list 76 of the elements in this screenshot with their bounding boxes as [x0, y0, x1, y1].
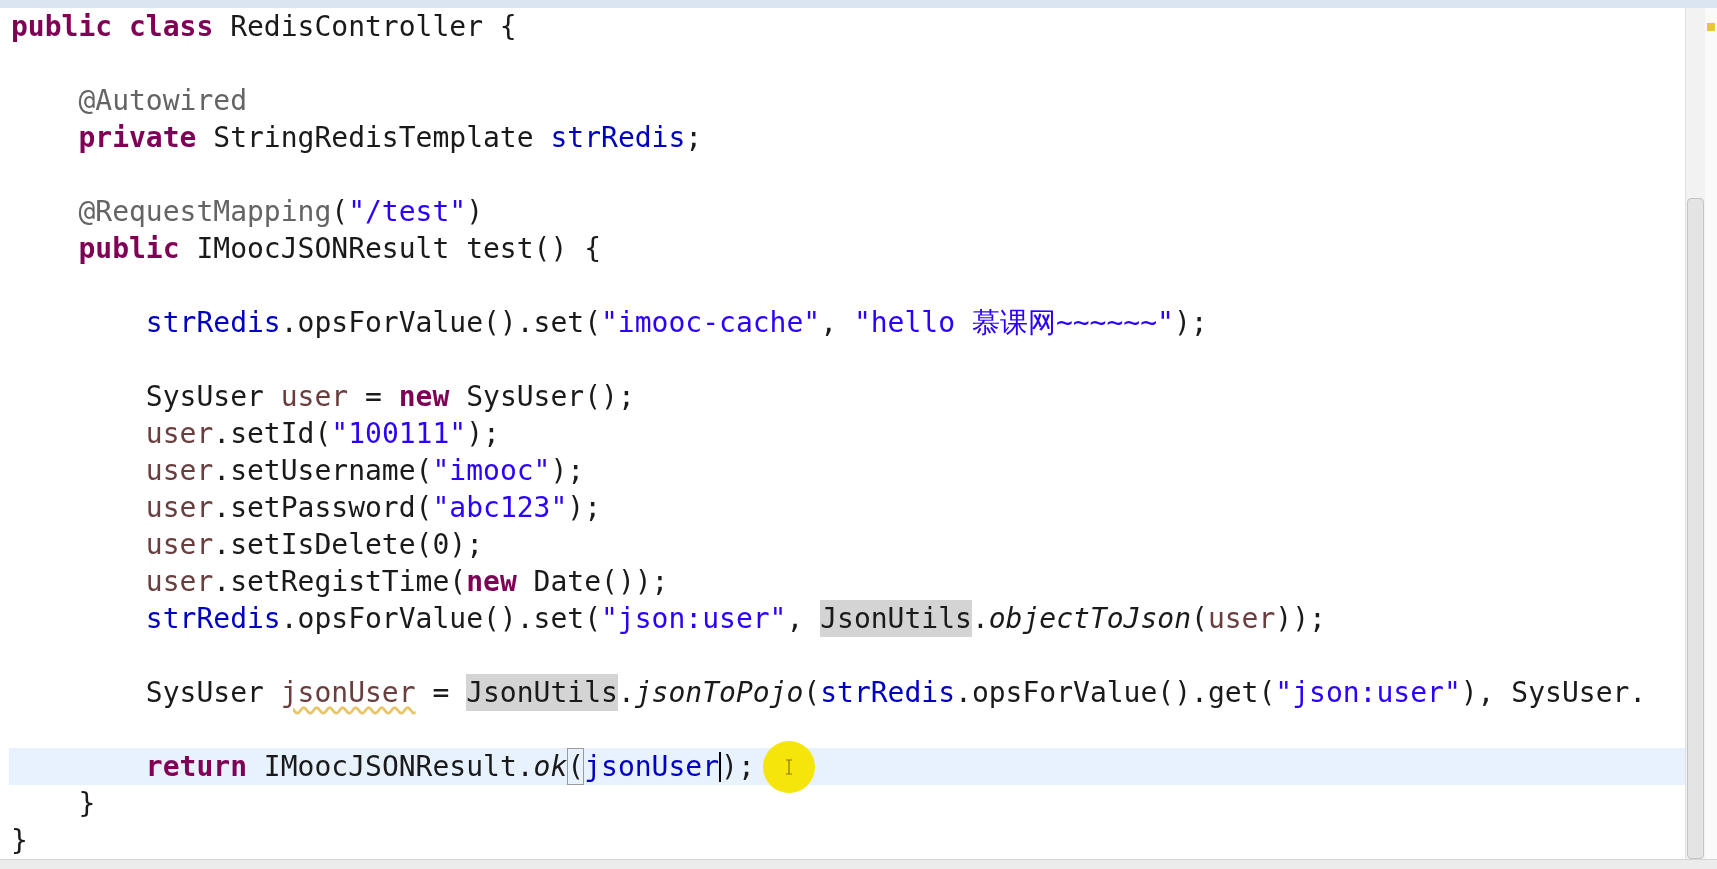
occurrence-highlight: JsonUtils: [820, 600, 972, 637]
code-text: ;: [685, 120, 703, 156]
annotation: @Autowired: [78, 83, 247, 119]
keyword: private: [78, 120, 197, 156]
code-text: .: [971, 601, 989, 637]
code-text: RedisController {: [229, 9, 517, 45]
static-method: jsonToPojo: [634, 675, 804, 711]
static-method: ok: [533, 749, 568, 785]
code-text: .setRegistTime(: [213, 564, 467, 600]
code-text: .: [617, 675, 635, 711]
string-literal: "imooc-cache": [601, 305, 821, 341]
code-text: (: [1191, 601, 1208, 637]
code-text: .setId(: [213, 416, 332, 452]
occurrence-highlight: JsonUtils: [466, 674, 618, 711]
code-text: .setIsDelete(0);: [213, 527, 483, 563]
variable-name: jsonUser: [584, 749, 720, 785]
text-beam-icon: [784, 758, 793, 775]
code-text: .opsForValue().set(: [280, 601, 601, 637]
scrollbar-thumb[interactable]: [1687, 198, 1704, 859]
code-text: ): [466, 194, 484, 230]
string-literal: "imooc": [432, 453, 551, 489]
code-text: SysUser: [145, 675, 265, 711]
local-variable: user: [145, 416, 214, 452]
code-text: Date());: [532, 564, 669, 600]
code-text: =: [431, 675, 451, 711]
keyword: new: [466, 564, 517, 600]
code-text: );: [1173, 305, 1208, 341]
code-text: StringRedisTemplate: [212, 120, 535, 156]
local-variable: user: [145, 564, 214, 600]
string-literal: "hello 慕课网~~~~~~": [853, 305, 1174, 341]
code-text: (: [803, 675, 821, 711]
code-text: }: [78, 786, 96, 822]
field-name: strRedis: [145, 601, 281, 637]
local-variable: user: [280, 379, 349, 415]
code-text: ), SysUser.: [1460, 675, 1647, 711]
field-name: strRedis: [145, 305, 281, 341]
code-text: .setPassword(: [213, 490, 433, 526]
string-literal: "100111": [331, 416, 467, 452]
string-literal: "json:user": [1275, 675, 1461, 711]
code-text: .opsForValue().set(: [280, 305, 601, 341]
code-text: (: [331, 194, 349, 230]
local-variable: user: [145, 490, 214, 526]
code-text: SysUser: [145, 379, 265, 415]
local-variable: user: [145, 527, 214, 563]
local-variable: jsonUser: [280, 675, 416, 711]
horizontal-scrollbar[interactable]: [0, 859, 1717, 869]
code-text: );: [721, 749, 755, 785]
field-name: strRedis: [550, 120, 686, 156]
code-text: );: [466, 416, 500, 452]
code-text: }: [11, 823, 28, 859]
bracket: (: [567, 748, 585, 785]
code-text: SysUser();: [465, 379, 635, 415]
string-literal: "abc123": [432, 490, 568, 526]
code-text: IMoocJSONResult.: [262, 749, 534, 785]
vertical-scrollbar[interactable]: [1685, 8, 1705, 859]
string-literal: "json:user": [601, 601, 787, 637]
code-text: );: [567, 490, 602, 526]
local-variable: user: [1207, 601, 1276, 637]
keyword: public: [78, 231, 180, 267]
keyword: new: [398, 379, 450, 415]
keyword: return: [145, 749, 247, 785]
code-text: IMoocJSONResult test() {: [195, 231, 601, 267]
code-text: );: [550, 453, 585, 489]
code-text: .setUsername(: [213, 453, 433, 489]
code-text: ,: [820, 305, 839, 341]
field-name: strRedis: [820, 675, 956, 711]
code-text: ,: [786, 601, 805, 637]
keyword: public class: [11, 9, 214, 45]
warning-marker: [1707, 23, 1715, 31]
code-text: ));: [1275, 601, 1326, 637]
static-method: objectToJson: [988, 601, 1192, 637]
local-variable: user: [145, 453, 214, 489]
annotation: @RequestMapping: [78, 194, 332, 230]
code-text: .opsForValue().get(: [955, 675, 1276, 711]
string-literal: "/test": [348, 194, 467, 230]
code-text: =: [364, 379, 383, 415]
